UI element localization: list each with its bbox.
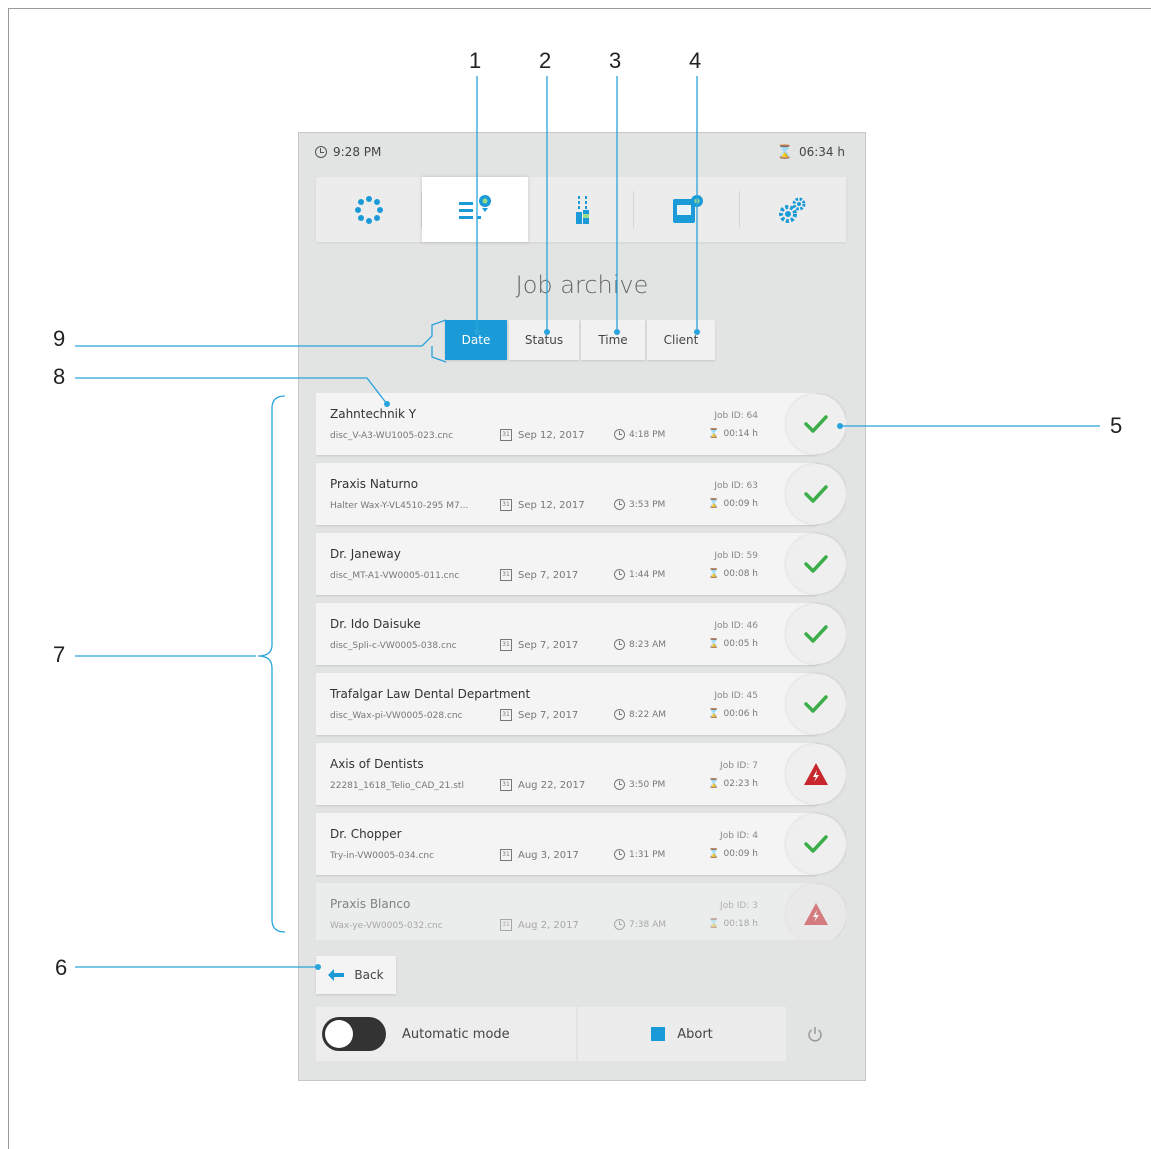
callout-2: 2	[539, 48, 552, 73]
callout-4: 4	[689, 48, 702, 73]
callout-6: 6	[55, 955, 68, 980]
callout-5: 5	[1110, 413, 1123, 438]
callout-3: 3	[609, 48, 622, 73]
callout-1: 1	[469, 48, 482, 73]
callout-9: 9	[53, 326, 66, 351]
callout-8: 8	[53, 364, 66, 389]
callout-7: 7	[53, 642, 66, 667]
callout-lines	[75, 76, 1100, 970]
